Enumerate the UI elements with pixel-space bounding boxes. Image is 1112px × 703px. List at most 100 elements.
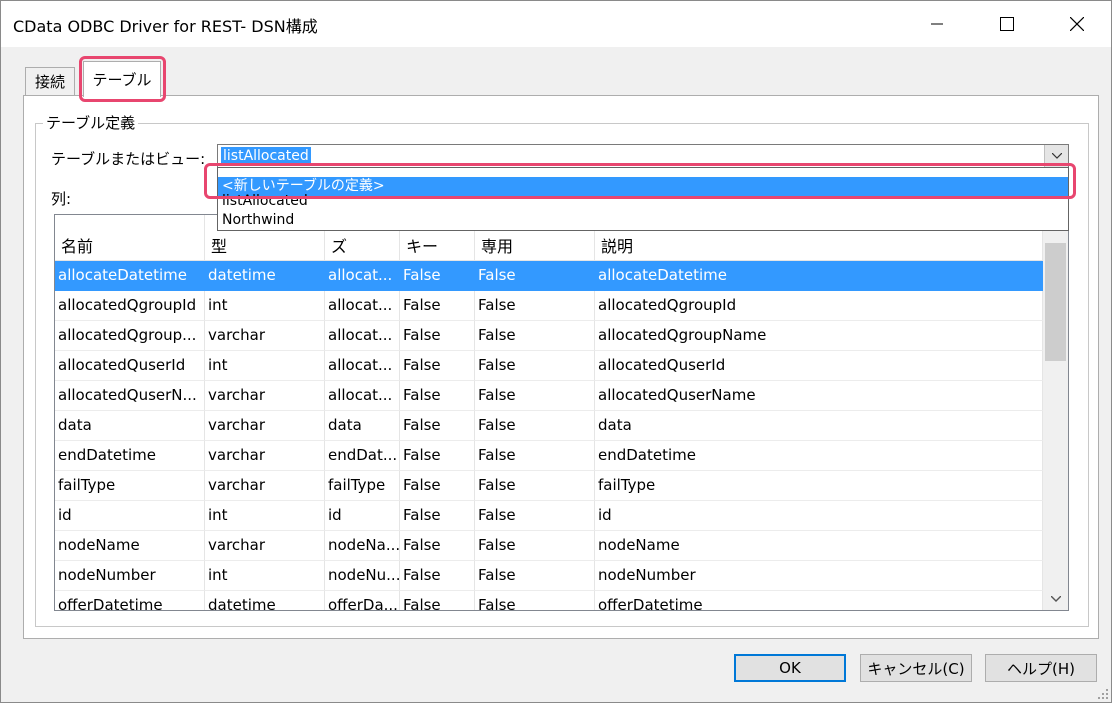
combo-dropdown-button[interactable] — [1044, 145, 1068, 167]
cell-readonly[interactable]: False — [475, 501, 595, 531]
maximize-button[interactable] — [984, 1, 1030, 47]
cell-readonly[interactable]: False — [475, 441, 595, 471]
cell-size[interactable]: endDat... — [325, 441, 400, 471]
table-row[interactable]: nodeNumber int nodeNu... False False nodeNumb… — [55, 561, 1043, 591]
cell-key[interactable]: False — [400, 501, 475, 531]
cell-name[interactable]: offerDatetime — [55, 591, 205, 610]
cell-size[interactable]: data — [325, 411, 400, 441]
cell-key[interactable]: False — [400, 321, 475, 351]
cell-description[interactable]: allocateDatetime — [595, 261, 1043, 291]
cell-description[interactable]: id — [595, 501, 1043, 531]
cell-type[interactable]: datetime — [205, 261, 325, 291]
cell-size[interactable]: offerDa... — [325, 591, 400, 610]
cell-name[interactable]: endDatetime — [55, 441, 205, 471]
cell-size[interactable]: allocat... — [325, 351, 400, 381]
cell-name[interactable]: allocateDatetime — [55, 261, 205, 291]
cell-description[interactable]: allocatedQuserId — [595, 351, 1043, 381]
cell-key[interactable]: False — [400, 351, 475, 381]
cell-readonly[interactable]: False — [475, 531, 595, 561]
cell-type[interactable]: varchar — [205, 411, 325, 441]
cell-description[interactable]: data — [595, 411, 1043, 441]
cell-key[interactable]: False — [400, 591, 475, 610]
cell-type[interactable]: int — [205, 561, 325, 591]
table-row[interactable]: endDatetime varchar endDat... False False end… — [55, 441, 1043, 471]
cell-size[interactable]: allocat... — [325, 261, 400, 291]
cell-size[interactable]: nodeNu... — [325, 561, 400, 591]
close-button[interactable] — [1054, 1, 1100, 47]
cell-readonly[interactable]: False — [475, 261, 595, 291]
table-row[interactable]: allocatedQgroup... varchar allocat... False… — [55, 321, 1043, 351]
cell-readonly[interactable]: False — [475, 351, 595, 381]
dropdown-option-northwind[interactable]: Northwind — [218, 211, 1068, 230]
cell-size[interactable]: id — [325, 501, 400, 531]
table-row[interactable]: allocatedQuserId int allocat... False False a… — [55, 351, 1043, 381]
cell-description[interactable]: endDatetime — [595, 441, 1043, 471]
cell-size[interactable]: failType — [325, 471, 400, 501]
cell-type[interactable]: varchar — [205, 531, 325, 561]
cell-name[interactable]: nodeNumber — [55, 561, 205, 591]
cell-description[interactable]: allocatedQgroupId — [595, 291, 1043, 321]
cell-name[interactable]: failType — [55, 471, 205, 501]
minimize-button[interactable] — [914, 1, 960, 47]
cell-name[interactable]: allocatedQgroupId — [55, 291, 205, 321]
cell-description[interactable]: nodeNumber — [595, 561, 1043, 591]
cell-type[interactable]: int — [205, 501, 325, 531]
cell-name[interactable]: allocatedQgroup... — [55, 321, 205, 351]
vertical-scrollbar[interactable] — [1043, 215, 1068, 610]
cell-type[interactable]: int — [205, 291, 325, 321]
table-row[interactable]: id int id False False id — [55, 501, 1043, 531]
cell-size[interactable]: nodeNa... — [325, 531, 400, 561]
cell-key[interactable]: False — [400, 261, 475, 291]
cell-key[interactable]: False — [400, 411, 475, 441]
scroll-down-button[interactable] — [1043, 588, 1068, 610]
cell-name[interactable]: id — [55, 501, 205, 531]
table-row[interactable]: allocatedQgroupId int allocat... False False… — [55, 291, 1043, 321]
table-select-combo[interactable]: listAllocated — [217, 144, 1069, 168]
cancel-button[interactable]: キャンセル(C) — [860, 654, 972, 682]
cell-key[interactable]: False — [400, 441, 475, 471]
cell-description[interactable]: failType — [595, 471, 1043, 501]
cell-key[interactable]: False — [400, 471, 475, 501]
cell-name[interactable]: allocatedQuserN... — [55, 381, 205, 411]
cell-type[interactable]: varchar — [205, 471, 325, 501]
cell-key[interactable]: False — [400, 291, 475, 321]
tab-connection[interactable]: 接続 — [25, 67, 75, 95]
cell-readonly[interactable]: False — [475, 411, 595, 441]
table-row[interactable]: allocatedQuserN... varchar allocat... False… — [55, 381, 1043, 411]
cell-readonly[interactable]: False — [475, 321, 595, 351]
title-bar[interactable]: CData ODBC Driver for REST- DSN構成 — [1, 1, 1111, 47]
scroll-thumb[interactable] — [1045, 243, 1066, 361]
tab-tables[interactable]: テーブル — [83, 61, 161, 97]
cell-name[interactable]: data — [55, 411, 205, 441]
column-header-name[interactable]: 名前 — [55, 215, 205, 261]
table-row[interactable]: offerDatetime datetime offerDa... False Fals… — [55, 591, 1043, 610]
resize-grip-icon[interactable] — [1097, 688, 1109, 700]
cell-description[interactable]: allocatedQgroupName — [595, 321, 1043, 351]
cell-key[interactable]: False — [400, 531, 475, 561]
cell-size[interactable]: allocat... — [325, 381, 400, 411]
table-row[interactable]: allocateDatetime datetime allocat... False F… — [55, 261, 1043, 291]
cell-description[interactable]: offerDatetime — [595, 591, 1043, 610]
cell-type[interactable]: int — [205, 351, 325, 381]
cell-type[interactable]: varchar — [205, 381, 325, 411]
table-row[interactable]: failType varchar failType False False failTyp… — [55, 471, 1043, 501]
table-select-dropdown[interactable]: <新しいテーブルの定義> listAllocated Northwind — [217, 167, 1069, 231]
cell-description[interactable]: allocatedQuserName — [595, 381, 1043, 411]
table-row[interactable]: nodeName varchar nodeNa... False False nodeNa… — [55, 531, 1043, 561]
help-button[interactable]: ヘルプ(H) — [985, 654, 1097, 682]
cell-readonly[interactable]: False — [475, 381, 595, 411]
cell-size[interactable]: allocat... — [325, 291, 400, 321]
cell-description[interactable]: nodeName — [595, 531, 1043, 561]
table-row[interactable]: data varchar data False False data — [55, 411, 1043, 441]
cell-readonly[interactable]: False — [475, 561, 595, 591]
columns-grid[interactable]: 名前 型 ズ キー 専用 説明 allocateDatetime datetime… — [54, 214, 1069, 611]
dropdown-option-listallocated[interactable]: listAllocated — [218, 194, 1068, 210]
cell-type[interactable]: datetime — [205, 591, 325, 610]
cell-readonly[interactable]: False — [475, 591, 595, 610]
cell-key[interactable]: False — [400, 561, 475, 591]
ok-button[interactable]: OK — [734, 654, 846, 682]
cell-readonly[interactable]: False — [475, 471, 595, 501]
cell-size[interactable]: allocat... — [325, 321, 400, 351]
cell-key[interactable]: False — [400, 381, 475, 411]
cell-name[interactable]: nodeName — [55, 531, 205, 561]
